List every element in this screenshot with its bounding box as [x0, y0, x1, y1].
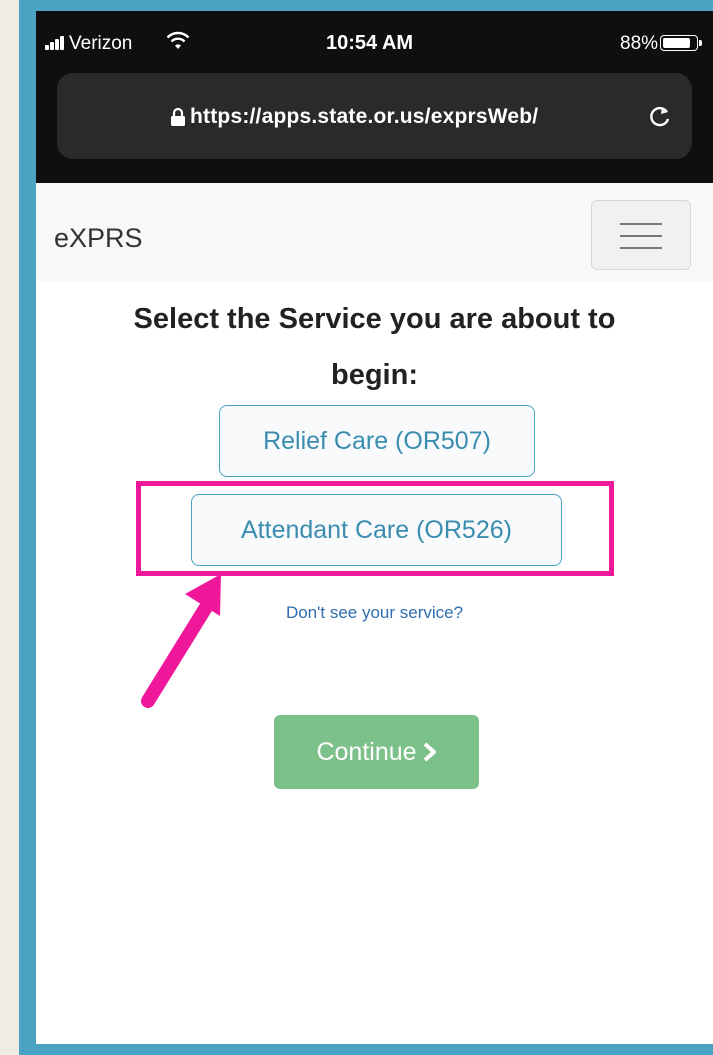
- pointer-arrow-icon: [141, 574, 221, 708]
- battery-icon: [660, 35, 702, 51]
- site-navbar: eXPRS: [36, 183, 713, 281]
- address-bar[interactable]: https://apps.state.or.us/exprsWeb/: [57, 73, 692, 159]
- reload-icon[interactable]: [647, 103, 673, 129]
- url-text[interactable]: https://apps.state.or.us/exprsWeb/: [190, 105, 538, 129]
- continue-label: Continue: [316, 737, 417, 766]
- status-bar: Verizon 10:54 AM 88%: [36, 11, 713, 61]
- wifi-icon: [166, 31, 190, 49]
- clock-time: 10:54 AM: [326, 32, 414, 54]
- heading-line-1: Select the Service you are about to: [133, 303, 616, 335]
- chevron-right-icon: [423, 742, 436, 762]
- page-heading: Select the Service you are about to begi…: [36, 291, 713, 403]
- continue-button[interactable]: Continue: [274, 715, 479, 789]
- browser-chrome: Verizon 10:54 AM 88% https://apps.state.…: [36, 11, 713, 183]
- lock-icon: [171, 107, 185, 126]
- battery-percentage: 88%: [620, 33, 659, 54]
- carrier-name: Verizon: [69, 33, 133, 54]
- phone-screen: Verizon 10:54 AM 88% https://apps.state.…: [36, 11, 713, 1044]
- relief-care-button[interactable]: Relief Care (OR507): [219, 405, 535, 477]
- signal-icon: [45, 36, 65, 50]
- heading-line-2: begin:: [331, 359, 418, 391]
- highlight-box: [136, 481, 614, 576]
- hamburger-menu-button[interactable]: [591, 200, 691, 270]
- site-brand[interactable]: eXPRS: [54, 223, 143, 254]
